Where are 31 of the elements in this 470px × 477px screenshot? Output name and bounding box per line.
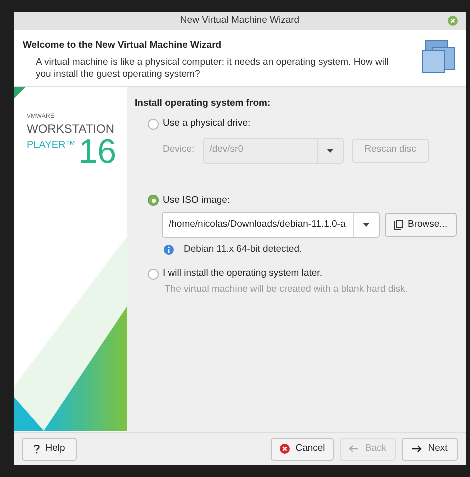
device-label: Device: [163, 143, 195, 158]
right-arrow-icon [412, 445, 422, 453]
option-note: The virtual machine will be created with a blank hard disk. [164, 283, 409, 298]
radio-button[interactable] [148, 195, 159, 206]
info-icon [164, 244, 174, 255]
left-arrow-icon [349, 445, 360, 453]
browse-button[interactable]: Browse... [385, 212, 457, 237]
path-value: /home/nicolas/Downloads/debian-11.1.0-a [168, 218, 347, 232]
window-title: New Virtual Machine Wizard [180, 14, 300, 28]
cancel-icon [280, 444, 290, 454]
help-button[interactable]: Help [22, 438, 77, 460]
option-label[interactable]: Use ISO image: [163, 194, 230, 208]
path-combo-box[interactable]: /home/nicolas/Downloads/debian-11.1.0-a [162, 212, 380, 238]
stacked-windows-icon [422, 40, 456, 74]
option-label[interactable]: I will install the operating system later. [163, 267, 322, 282]
cancel-button[interactable]: Cancel [271, 438, 334, 460]
next-button[interactable]: Next [402, 438, 458, 460]
version-number: 16 [78, 136, 117, 168]
product-name: WORKSTATION [27, 122, 116, 136]
caret-icon [363, 222, 370, 227]
section-title: Install operating system from: [135, 97, 272, 111]
header-description: A virtual machine is like a physical computer; it needs an operating system. How will you install the guest operating system? [35, 56, 390, 82]
radio-button[interactable] [148, 268, 159, 280]
detection-message: Debian 11.x 64-bit detected. [184, 242, 302, 257]
caret-icon [326, 148, 334, 152]
question-mark-icon [34, 444, 40, 454]
copy-icon [394, 220, 403, 230]
edition-label: PLAYER™ [27, 139, 76, 153]
path-value: /dev/sr0 [208, 143, 244, 158]
header-title: Welcome to the New Virtual Machine Wizard [23, 39, 223, 53]
close-icon[interactable] [448, 16, 458, 26]
